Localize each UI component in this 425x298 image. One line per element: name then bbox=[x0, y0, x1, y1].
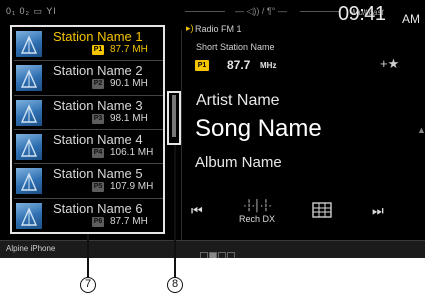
mode-grid-button[interactable] bbox=[311, 201, 333, 224]
page-indicator bbox=[200, 246, 236, 258]
panel-divider bbox=[181, 30, 182, 240]
station-list-item[interactable]: Station Name 2 P2 90.1 MH bbox=[12, 61, 163, 94]
add-favorite-button[interactable]: +★ bbox=[380, 56, 399, 72]
station-frequency: 87.7 MH bbox=[110, 44, 148, 55]
station-name: Station Name 1 bbox=[53, 29, 143, 44]
preset-badge: P4 bbox=[92, 147, 104, 158]
status-icons: 0₁ 0₂ ▭ Yl bbox=[6, 6, 57, 16]
rech-dx-label: Rech DX bbox=[238, 214, 275, 224]
radio-icon: ▸) bbox=[186, 23, 194, 33]
station-art-icon bbox=[16, 65, 42, 92]
clock-ampm: AM bbox=[402, 12, 420, 26]
top-divider-right bbox=[300, 11, 340, 12]
station-separator bbox=[14, 128, 163, 130]
station-name: Station Name 3 bbox=[53, 97, 143, 113]
station-art-icon bbox=[16, 202, 42, 229]
station-name: Station Name 5 bbox=[53, 166, 143, 182]
top-divider-left bbox=[185, 11, 225, 12]
artist-name: Artist Name bbox=[196, 92, 280, 109]
current-preset-badge: P1 bbox=[195, 60, 209, 71]
station-separator bbox=[14, 163, 163, 165]
clock-time: 09:41 bbox=[338, 3, 386, 25]
rech-dx-button[interactable]: ·┆·│·┆· Rech DX bbox=[233, 199, 281, 224]
page-dot bbox=[227, 252, 235, 258]
station-list-item[interactable]: Station Name 1 P1 87.7 MH bbox=[12, 27, 163, 60]
frequency-unit: MHz bbox=[260, 61, 277, 70]
page-dot bbox=[218, 252, 226, 258]
station-art-icon bbox=[16, 31, 42, 57]
grid-icon bbox=[312, 202, 332, 218]
side-arrow-icon[interactable]: ▲ bbox=[417, 125, 425, 135]
song-name: Song Name bbox=[195, 115, 322, 142]
radio-screen: 0₁ 0₂ ▭ Yl — ◁)) / ¶° — Multicast 09:41 … bbox=[0, 0, 425, 258]
band-label: Radio FM 1 bbox=[195, 24, 242, 34]
preset-badge: P1 bbox=[92, 45, 104, 55]
station-name: Station Name 4 bbox=[53, 131, 143, 147]
station-separator bbox=[14, 60, 163, 62]
station-frequency: 87.7 MH bbox=[110, 215, 148, 227]
station-separator bbox=[14, 94, 163, 96]
next-button[interactable]: ⏭ bbox=[372, 203, 384, 219]
album-name: Album Name bbox=[195, 154, 282, 171]
station-name: Station Name 2 bbox=[53, 63, 143, 79]
station-art-icon bbox=[16, 133, 42, 160]
device-name: Alpine iPhone bbox=[6, 244, 56, 253]
callout-leader-list bbox=[87, 234, 89, 278]
page-dot bbox=[209, 252, 217, 258]
previous-button[interactable]: ⏮ bbox=[191, 203, 203, 219]
preset-badge: P2 bbox=[92, 79, 104, 90]
station-art-icon bbox=[16, 99, 42, 126]
station-frequency: 107.9 MH bbox=[110, 181, 154, 193]
preset-badge: P6 bbox=[92, 216, 104, 227]
callout-scroll: 8 bbox=[167, 277, 183, 293]
scroll-handle-frame bbox=[167, 91, 181, 145]
callout-list: 7 bbox=[80, 277, 96, 293]
audio-status-icons: — ◁)) / ¶° — bbox=[235, 6, 287, 16]
preset-badge: P3 bbox=[92, 113, 104, 124]
station-list-item[interactable]: Station Name 3 P3 98.1 MH bbox=[12, 96, 163, 129]
callout-leader-scroll bbox=[174, 145, 176, 278]
station-frequency: 90.1 MH bbox=[110, 78, 148, 90]
station-frequency: 106.1 MH bbox=[110, 146, 154, 158]
station-list-item[interactable]: Station Name 6 P6 87.7 MH bbox=[12, 199, 163, 232]
station-list-item[interactable]: Station Name 4 P4 106.1 MH bbox=[12, 130, 163, 163]
short-station-name: Short Station Name bbox=[196, 42, 275, 52]
station-frequency: 98.1 MH bbox=[110, 112, 148, 124]
station-art-icon bbox=[16, 168, 42, 195]
station-list-item[interactable]: Station Name 5 P5 107.9 MH bbox=[12, 164, 163, 197]
preset-badge: P5 bbox=[92, 182, 104, 193]
signal-wave-icon: ·┆·│·┆· bbox=[243, 200, 272, 212]
station-name: Station Name 6 bbox=[53, 200, 143, 216]
page-dot bbox=[200, 252, 208, 258]
station-separator bbox=[14, 197, 163, 199]
current-frequency: 87.7 bbox=[227, 58, 251, 72]
